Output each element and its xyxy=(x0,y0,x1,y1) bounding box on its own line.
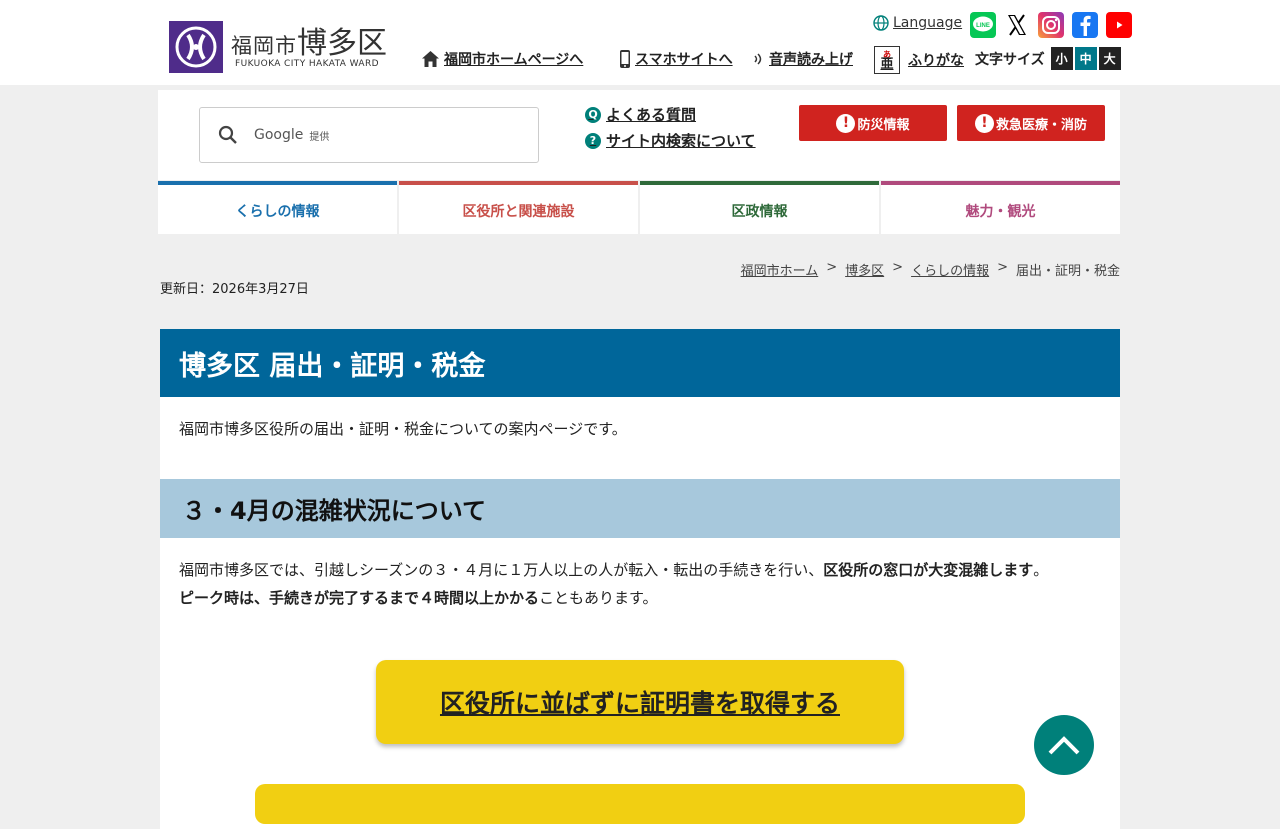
breadcrumb-separator: > xyxy=(997,260,1008,275)
font-size-medium-button[interactable]: 中 xyxy=(1074,47,1097,70)
logo-city: 福岡市 xyxy=(231,34,297,58)
tab-ward-administration[interactable]: 区政情報 xyxy=(640,181,879,234)
para2-bold: ピーク時は、手続きが完了するまで４時間以上かかる xyxy=(179,589,540,607)
furigana-label: ふりがな xyxy=(908,53,964,69)
speaker-wave-icon xyxy=(754,53,762,65)
emergency-medical-label: 救急医療・消防 xyxy=(995,117,1087,133)
site-search-help-link[interactable]: ? サイト内検索について xyxy=(585,130,756,151)
logo-ward: 博多区 xyxy=(297,26,387,61)
google-label: Google xyxy=(254,127,304,143)
page-title: 博多区 届出・証明・税金 xyxy=(160,329,1120,397)
breadcrumb: 福岡市ホーム > 博多区 > くらしの情報 > 届出・証明・税金 xyxy=(741,260,1120,279)
facebook-icon[interactable] xyxy=(1072,12,1098,38)
city-home-link[interactable]: 福岡市ホームページへ xyxy=(421,49,583,69)
para2-normal: こともあります。 xyxy=(539,589,658,607)
smartphone-icon xyxy=(620,50,630,68)
exclamation-icon: ! xyxy=(974,113,994,133)
faq-badge-icon: Q xyxy=(585,106,601,123)
para1-end: 。 xyxy=(1033,561,1049,579)
language-label: Language xyxy=(893,15,963,31)
smartphone-site-link[interactable]: スマホサイトへ xyxy=(619,49,733,69)
breadcrumb-current: 届出・証明・税金 xyxy=(1015,264,1120,279)
disaster-info-button[interactable]: ! 防災情報 xyxy=(799,105,947,141)
site-header: 福岡市博多区 FUKUOKA CITY HAKATA WARD Language… xyxy=(0,0,1280,85)
social-links: LINE xyxy=(970,12,1132,38)
search-band: Google 提供 Q よくある質問 ? サイト内検索について ! 防災情報 !… xyxy=(158,90,1120,180)
line-icon-text: LINE xyxy=(976,23,990,29)
faq-label: よくある質問 xyxy=(606,106,697,124)
tab-attractions[interactable]: 魅力・観光 xyxy=(881,181,1120,234)
furigana-icon: あ 亜 xyxy=(874,46,900,74)
font-size-small-button[interactable]: 小 xyxy=(1050,47,1073,70)
search-input[interactable]: Google 提供 xyxy=(199,107,539,163)
x-icon[interactable] xyxy=(1004,12,1030,38)
smartphone-site-label: スマホサイトへ xyxy=(635,52,733,68)
city-home-label: 福岡市ホームページへ xyxy=(444,52,584,68)
congestion-text: 福岡市博多区では、引越しシーズンの３・４月に１万人以上の人が転入・転出の手続きを… xyxy=(160,538,1120,612)
read-aloud-link[interactable]: 音声読み上げ xyxy=(753,49,853,69)
tab-living-info[interactable]: くらしの情報 xyxy=(158,181,397,234)
site-search-help-label: サイト内検索について xyxy=(606,132,756,150)
furigana-icon-kanji: 亜 xyxy=(880,56,894,72)
globe-icon xyxy=(873,15,889,31)
back-to-top-button[interactable] xyxy=(1034,715,1094,775)
logo-subtitle: FUKUOKA CITY HAKATA WARD xyxy=(235,59,379,69)
updated-date: 更新日：2026年3月27日 xyxy=(160,282,309,297)
furigana-link[interactable]: あ 亜 ふりがな xyxy=(874,46,964,74)
font-size-control: 文字サイズ 小 中 大 xyxy=(975,47,1121,70)
breadcrumb-link-hakata[interactable]: 博多区 xyxy=(845,260,884,279)
exclamation-icon: ! xyxy=(836,113,856,133)
emergency-medical-button[interactable]: ! 救急医療・消防 xyxy=(957,105,1105,141)
site-logo-text[interactable]: 福岡市博多区 xyxy=(231,18,387,62)
font-size-label: 文字サイズ xyxy=(975,51,1045,68)
font-size-large-button[interactable]: 大 xyxy=(1098,47,1121,70)
secondary-cta-button[interactable] xyxy=(255,784,1025,824)
search-icon xyxy=(218,125,237,144)
breadcrumb-separator: > xyxy=(892,260,904,275)
main-content: 博多区 届出・証明・税金 福岡市博多区役所の届出・証明・税金についての案内ページ… xyxy=(160,329,1120,829)
para1-bold: 区役所の窓口が大変混雑します xyxy=(823,561,1034,579)
breadcrumb-link-living-info[interactable]: くらしの情報 xyxy=(911,260,989,279)
tab-ward-office[interactable]: 区役所と関連施設 xyxy=(399,181,638,234)
faq-link[interactable]: Q よくある質問 xyxy=(585,104,696,125)
youtube-icon[interactable] xyxy=(1106,12,1132,38)
breadcrumb-separator: > xyxy=(826,260,838,275)
section-heading: ３・4月の混雑状況について xyxy=(160,479,1120,538)
get-certificate-button[interactable]: 区役所に並ばずに証明書を取得する xyxy=(376,660,904,744)
question-badge-icon: ? xyxy=(585,132,601,149)
para1-normal: 福岡市博多区では、引越しシーズンの３・４月に１万人以上の人が転入・転出の手続きを… xyxy=(179,561,824,579)
disaster-info-label: 防災情報 xyxy=(857,117,910,133)
city-emblem-icon[interactable] xyxy=(169,21,223,73)
breadcrumb-link-city-home[interactable]: 福岡市ホーム xyxy=(741,260,819,279)
line-icon[interactable]: LINE xyxy=(970,12,996,38)
read-aloud-label: 音声読み上げ xyxy=(769,52,853,68)
language-link[interactable]: Language xyxy=(873,15,962,31)
chevron-up-icon xyxy=(1048,736,1080,755)
global-nav: くらしの情報 区役所と関連施設 区政情報 魅力・観光 xyxy=(158,181,1120,234)
instagram-icon[interactable] xyxy=(1038,12,1064,38)
google-provided-label: 提供 xyxy=(309,131,330,143)
intro-text: 福岡市博多区役所の届出・証明・税金についての案内ページです。 xyxy=(179,420,627,438)
home-icon xyxy=(422,51,439,67)
